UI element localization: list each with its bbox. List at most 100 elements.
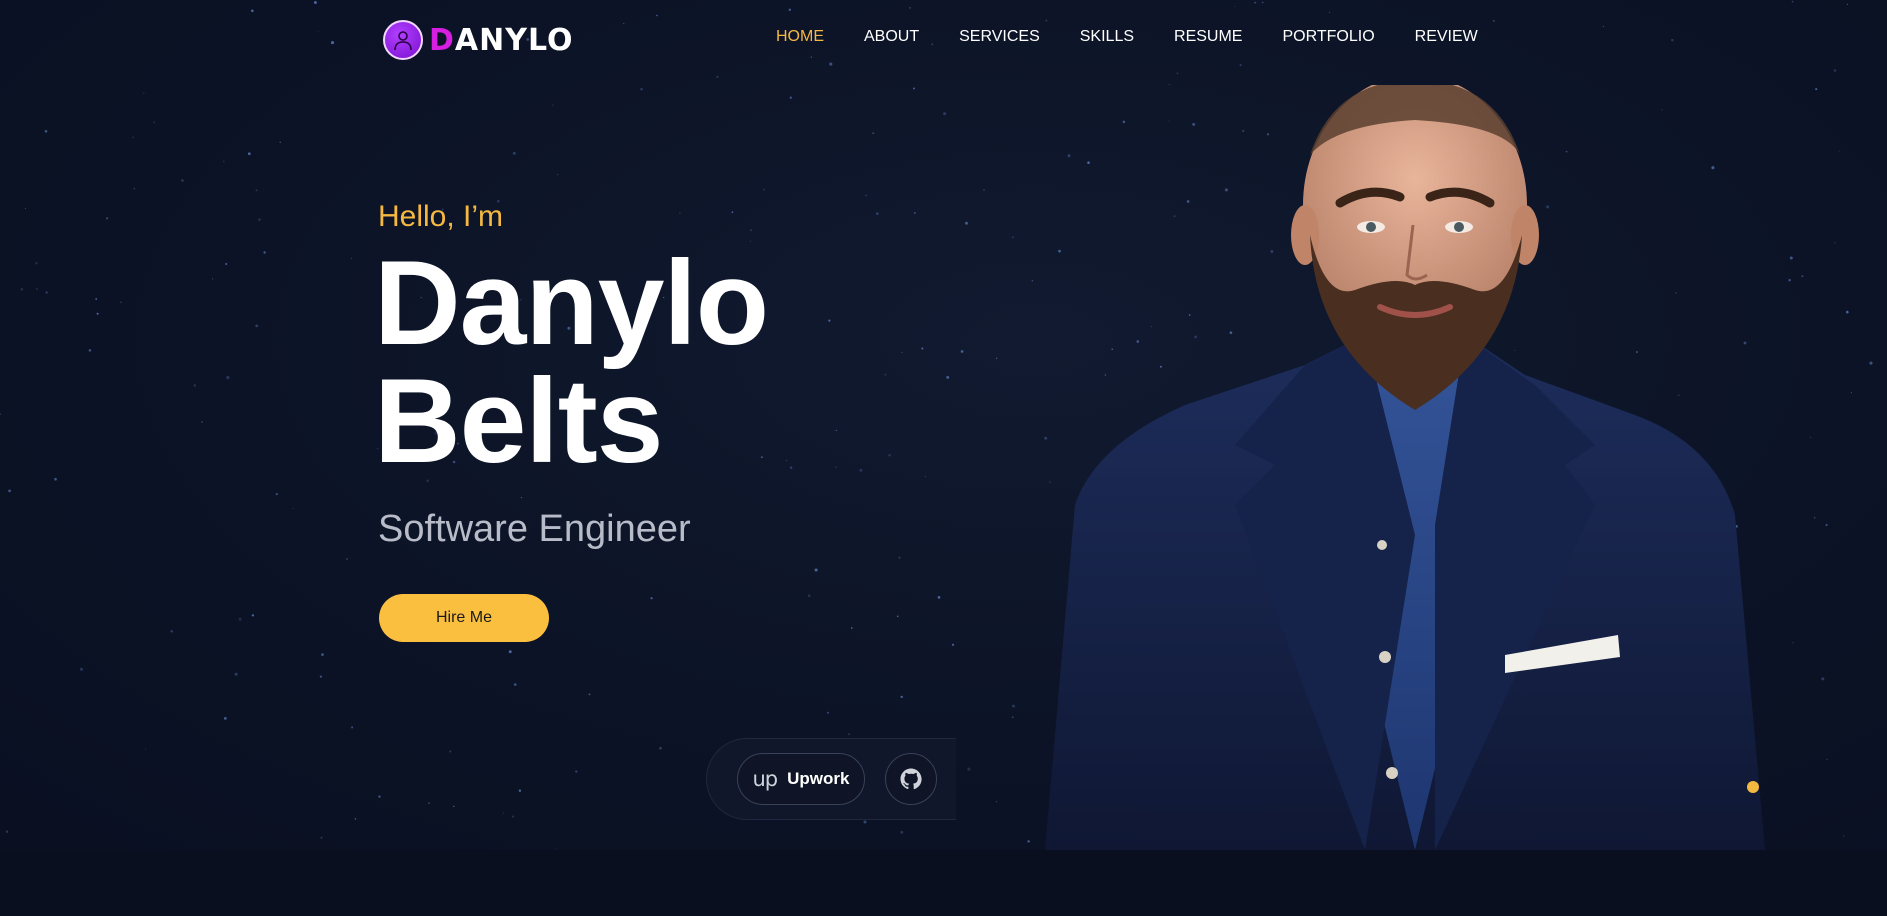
- star: [54, 477, 57, 481]
- star: [225, 263, 228, 265]
- site-logo[interactable]: DANYLO: [383, 20, 574, 60]
- upwork-icon: up: [752, 767, 779, 791]
- logo-first-letter: D: [429, 22, 455, 58]
- star: [731, 211, 734, 214]
- nav-about[interactable]: ABOUT: [864, 28, 919, 46]
- star: [378, 795, 381, 798]
- star: [575, 770, 578, 773]
- star: [502, 812, 504, 814]
- star: [557, 174, 559, 176]
- star: [1176, 72, 1179, 75]
- star: [650, 597, 653, 600]
- star: [763, 188, 766, 191]
- upwork-label: Upwork: [787, 769, 850, 788]
- star: [1492, 19, 1495, 22]
- nav-portfolio[interactable]: PORTFOLIO: [1282, 28, 1374, 46]
- star: [449, 750, 452, 753]
- star: [354, 818, 357, 820]
- nav-review[interactable]: REVIEW: [1415, 28, 1478, 46]
- star: [143, 92, 145, 94]
- star: [512, 815, 514, 818]
- person-portrait: [1045, 85, 1765, 850]
- star: [1234, 6, 1236, 8]
- star: [785, 459, 788, 462]
- star: [848, 733, 850, 736]
- star: [247, 152, 251, 156]
- star: [888, 453, 891, 457]
- star: [679, 212, 681, 214]
- star: [1869, 361, 1873, 365]
- star: [153, 121, 155, 123]
- star: [255, 324, 259, 328]
- star: [1846, 310, 1849, 314]
- star: [520, 496, 523, 499]
- star: [829, 62, 833, 66]
- star: [863, 820, 867, 824]
- nav-services[interactable]: SERVICES: [959, 28, 1040, 46]
- star: [351, 726, 354, 729]
- star: [1815, 88, 1818, 91]
- star: [967, 767, 971, 771]
- star: [588, 693, 591, 696]
- star: [518, 789, 522, 792]
- star: [106, 217, 109, 220]
- star: [255, 189, 258, 192]
- star: [995, 801, 998, 803]
- star: [211, 278, 214, 280]
- star: [120, 301, 122, 304]
- star: [226, 376, 230, 380]
- star: [983, 189, 985, 191]
- hero-role: Software Engineer: [378, 508, 691, 550]
- hero-greeting: Hello, I’m: [378, 200, 504, 233]
- star: [896, 615, 899, 618]
- star: [965, 221, 968, 225]
- star: [330, 41, 335, 45]
- github-icon: [900, 768, 922, 790]
- star: [884, 373, 887, 376]
- nav-home[interactable]: HOME: [776, 28, 824, 46]
- star: [623, 22, 625, 24]
- star: [900, 830, 904, 834]
- star: [319, 675, 323, 678]
- star: [1850, 392, 1852, 394]
- star: [1011, 716, 1014, 718]
- star: [512, 151, 516, 155]
- logo-wordmark: DANYLO: [429, 23, 574, 58]
- star: [913, 212, 916, 214]
- star: [508, 650, 512, 654]
- star: [951, 643, 955, 646]
- star: [223, 717, 227, 720]
- star: [835, 429, 837, 431]
- github-link[interactable]: [885, 753, 937, 805]
- star: [181, 179, 184, 182]
- star: [193, 384, 197, 387]
- star: [1254, 1, 1257, 4]
- star: [1846, 3, 1849, 6]
- star: [1012, 236, 1014, 239]
- star: [1671, 38, 1674, 42]
- star: [924, 476, 927, 478]
- star: [1826, 758, 1828, 761]
- star: [789, 96, 792, 99]
- nav-resume[interactable]: RESUME: [1174, 28, 1242, 46]
- upwork-link[interactable]: up Upwork: [737, 753, 865, 805]
- star: [275, 493, 278, 496]
- star: [132, 136, 134, 138]
- next-section-band: [0, 850, 1887, 916]
- star: [263, 251, 266, 254]
- star: [807, 594, 811, 598]
- avatar-icon: [383, 20, 423, 60]
- star: [1810, 436, 1812, 438]
- star: [5, 830, 9, 833]
- star: [814, 568, 818, 572]
- star: [995, 357, 998, 359]
- star: [835, 466, 837, 468]
- star: [788, 8, 791, 11]
- star: [828, 319, 831, 322]
- hire-me-button[interactable]: Hire Me: [379, 594, 549, 642]
- star: [1045, 19, 1048, 22]
- star: [789, 466, 793, 470]
- star: [946, 375, 950, 379]
- nav-skills[interactable]: SKILLS: [1080, 28, 1134, 46]
- star: [716, 75, 719, 78]
